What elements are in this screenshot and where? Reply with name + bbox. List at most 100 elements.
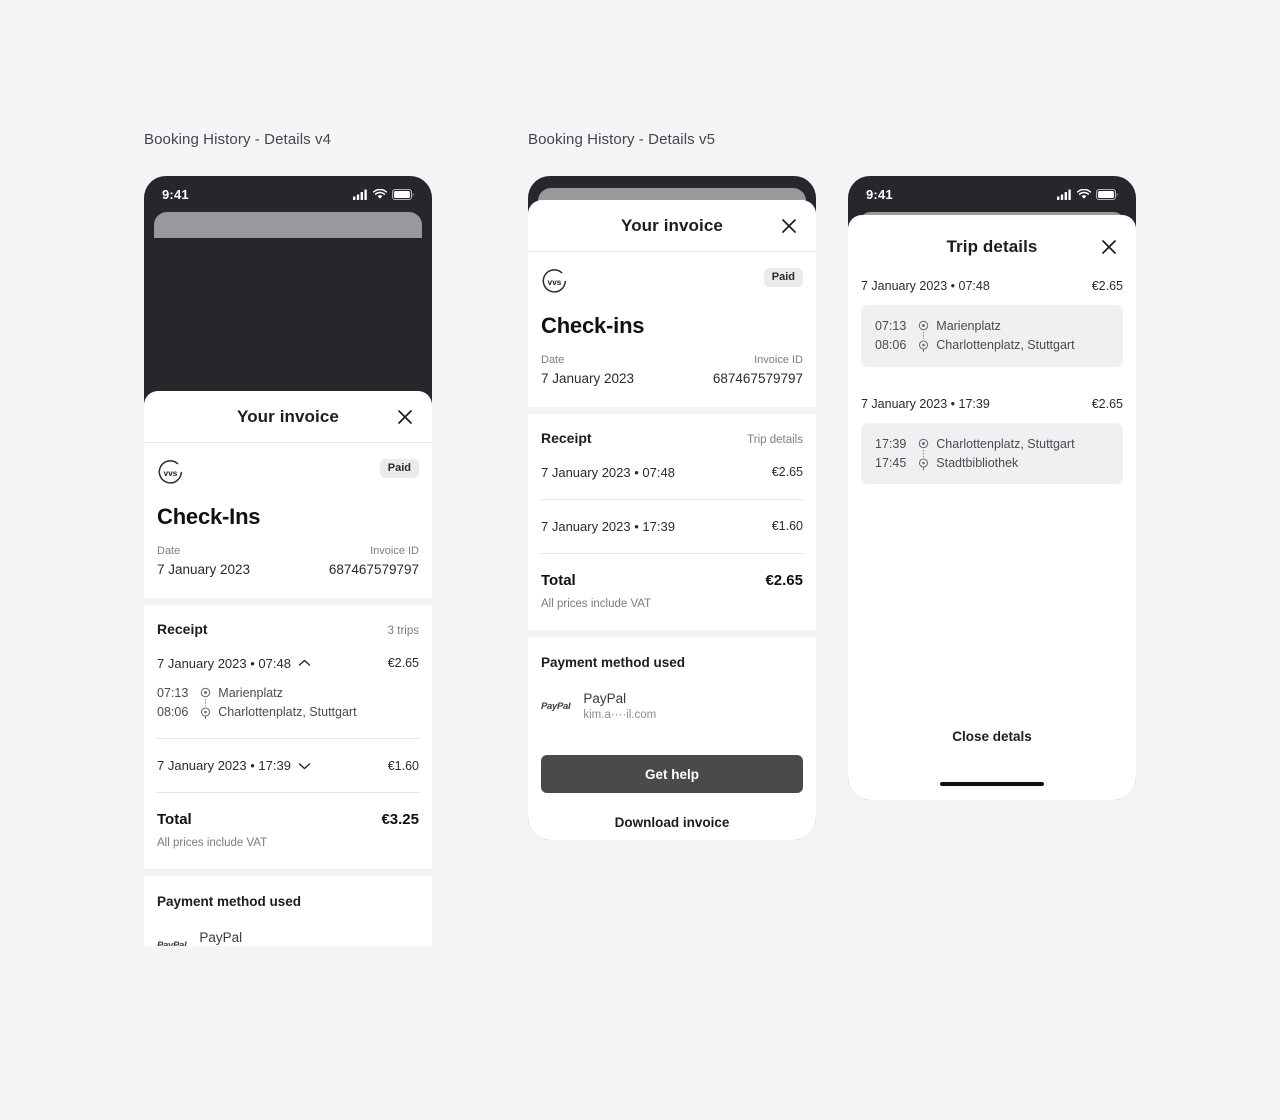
trip-legs: 07:13 08:06 Marienplatz Charlottenplatz,… bbox=[157, 671, 419, 739]
page-title: Your invoice bbox=[621, 215, 723, 235]
invoice-summary-section: vvs Paid Check-Ins Date 7 January 2023 I… bbox=[144, 443, 432, 598]
signal-icon bbox=[353, 189, 367, 200]
phone-frame-invoice-v4: 9:41 Your invoice vvs Paid Check-Ins Dat… bbox=[144, 176, 432, 946]
vat-note: All prices include VAT bbox=[541, 597, 652, 610]
total-value: €2.65 bbox=[765, 571, 803, 589]
payment-title: Payment method used bbox=[157, 894, 302, 909]
receipt-section: Receipt 3 trips 7 January 2023 • 07:48 €… bbox=[144, 605, 432, 870]
origin-icon bbox=[918, 320, 929, 331]
invoice-id-value: 687467579797 bbox=[712, 370, 803, 386]
status-bar-time: 9:41 bbox=[866, 186, 893, 202]
phone-frame-trip-details: 9:41 Trip details 7 January 2023 • 07:48… bbox=[848, 176, 1136, 800]
invoice-id-value: 687467579797 bbox=[328, 561, 419, 577]
signal-icon bbox=[1057, 189, 1071, 200]
invoice-id-label: Invoice ID bbox=[370, 545, 419, 557]
receipt-title: Receipt bbox=[157, 620, 208, 637]
section-divider bbox=[144, 869, 432, 876]
leg-station: Stadtbibliothek bbox=[936, 455, 1019, 470]
status-bar: 9:41 bbox=[848, 176, 1136, 212]
vvs-logo: vvs bbox=[541, 268, 568, 295]
total-label: Total bbox=[541, 571, 576, 589]
trip-datetime: 7 January 2023 • 07:48 bbox=[861, 279, 990, 293]
total-label: Total bbox=[157, 811, 192, 828]
section-divider bbox=[528, 406, 816, 414]
chevron-down-icon[interactable] bbox=[298, 762, 311, 770]
status-bar: 9:41 bbox=[144, 176, 432, 212]
receipt-trip-row[interactable]: 7 January 2023 • 17:39 €1.60 bbox=[541, 500, 803, 553]
invoice-sheet-v5: Your invoice vvs Paid Check-ins Date 7 J… bbox=[528, 200, 816, 840]
trip-datetime: 7 January 2023 • 07:48 bbox=[541, 464, 675, 480]
route-connector bbox=[205, 698, 207, 706]
invoice-id-label: Invoice ID bbox=[754, 354, 803, 366]
leg-station: Charlottenplatz, Stuttgart bbox=[936, 338, 1075, 353]
trip-datetime: 7 January 2023 • 17:39 bbox=[541, 518, 675, 534]
trip-legs-card: 07:13 08:06 Marienplatz Charlottenplatz,… bbox=[861, 305, 1123, 367]
battery-icon bbox=[392, 188, 414, 200]
destination-pin-icon bbox=[200, 706, 211, 720]
trip-datetime: 7 January 2023 • 17:39 bbox=[861, 396, 990, 411]
status-badge: Paid bbox=[763, 268, 803, 287]
origin-icon bbox=[918, 438, 929, 449]
trip-price: €1.60 bbox=[387, 758, 419, 773]
svg-text:vvs: vvs bbox=[164, 469, 178, 478]
payment-section: Payment method used PayPal PayPal kim.a·… bbox=[144, 876, 432, 946]
close-icon[interactable] bbox=[392, 404, 418, 430]
receipt-trip-row[interactable]: 7 January 2023 • 07:48 €2.65 bbox=[541, 446, 803, 499]
payment-method-row[interactable]: PayPal PayPal kim.a····il.com bbox=[157, 909, 419, 946]
trip-legs-card: 17:39 17:45 Charlottenplatz, Stuttgart S… bbox=[861, 422, 1123, 484]
invoice-summary-section: vvs Paid Check-ins Date 7 January 2023 I… bbox=[528, 252, 816, 407]
trip-price: €2.65 bbox=[1091, 396, 1123, 411]
trip-datetime: 7 January 2023 • 17:39 bbox=[157, 758, 291, 773]
home-indicator bbox=[940, 782, 1044, 786]
trip-datetime: 7 January 2023 • 07:48 bbox=[157, 655, 291, 671]
trip-price: €2.65 bbox=[387, 656, 419, 670]
trip-price: €1.60 bbox=[771, 519, 803, 533]
svg-text:vvs: vvs bbox=[548, 278, 562, 287]
sheet-header: Your invoice bbox=[144, 391, 432, 443]
trip-details-item: 7 January 2023 • 07:48 €2.65 07:13 08:06 bbox=[861, 279, 1123, 367]
sheet-header: Your invoice bbox=[528, 200, 816, 252]
download-invoice-button[interactable]: Download invoice bbox=[541, 799, 803, 840]
destination-pin-icon bbox=[918, 340, 929, 353]
leg-station: Charlottenplatz, Stuttgart bbox=[936, 436, 1075, 451]
payment-name: PayPal bbox=[199, 930, 243, 945]
get-help-button[interactable]: Get help bbox=[541, 755, 803, 794]
receipt-trip-row[interactable]: 7 January 2023 • 07:48 €2.65 07:13 08:06… bbox=[157, 637, 419, 739]
status-badge: Paid bbox=[379, 459, 419, 478]
vvs-logo: vvs bbox=[157, 459, 184, 486]
payment-email: kim.a····il.com bbox=[583, 708, 657, 721]
payment-name: PayPal bbox=[583, 690, 627, 706]
invoice-sheet-v4: Your invoice vvs Paid Check-Ins Date 7 J… bbox=[144, 391, 432, 946]
vat-note: All prices include VAT bbox=[157, 837, 268, 849]
screenshot-canvas: Booking History - Details v4 Booking His… bbox=[0, 0, 1280, 1120]
wifi-icon bbox=[373, 188, 387, 199]
leg-station: Marienplatz bbox=[218, 685, 283, 700]
route-connector bbox=[923, 332, 925, 339]
sheet-header: Trip details bbox=[848, 215, 1136, 279]
leg-station: Marienplatz bbox=[936, 319, 1001, 333]
receipt-trip-row[interactable]: 7 January 2023 • 17:39 €1.60 bbox=[157, 739, 419, 792]
receipt-title: Receipt bbox=[541, 429, 592, 446]
paypal-logo: PayPal bbox=[541, 700, 571, 712]
leg-time: 07:13 bbox=[157, 685, 189, 700]
payment-method-row[interactable]: PayPal PayPal kim.a····il.com bbox=[541, 670, 803, 724]
trip-details-link[interactable]: Trip details bbox=[747, 434, 803, 446]
page-title: Trip details bbox=[946, 237, 1038, 256]
close-details-button[interactable]: Close detals bbox=[848, 725, 1136, 747]
trip-details-item: 7 January 2023 • 17:39 €2.65 17:39 17:45 bbox=[861, 396, 1123, 484]
trip-price: €2.65 bbox=[1091, 279, 1123, 293]
leg-time: 08:06 bbox=[875, 338, 907, 353]
close-icon[interactable] bbox=[1096, 234, 1122, 260]
date-value: 7 January 2023 bbox=[541, 370, 635, 386]
trip-details-sheet: Trip details 7 January 2023 • 07:48 €2.6… bbox=[848, 215, 1136, 800]
total-value: €3.25 bbox=[381, 811, 419, 828]
paypal-logo: PayPal bbox=[157, 940, 187, 946]
date-label: Date bbox=[157, 545, 181, 557]
section-divider bbox=[144, 597, 432, 605]
trip-price: €2.65 bbox=[771, 465, 803, 479]
receipt-section: Receipt Trip details 7 January 2023 • 07… bbox=[528, 414, 816, 630]
date-label: Date bbox=[541, 354, 565, 366]
wifi-icon bbox=[1077, 188, 1091, 199]
close-icon[interactable] bbox=[776, 213, 802, 239]
chevron-up-icon[interactable] bbox=[298, 659, 311, 667]
